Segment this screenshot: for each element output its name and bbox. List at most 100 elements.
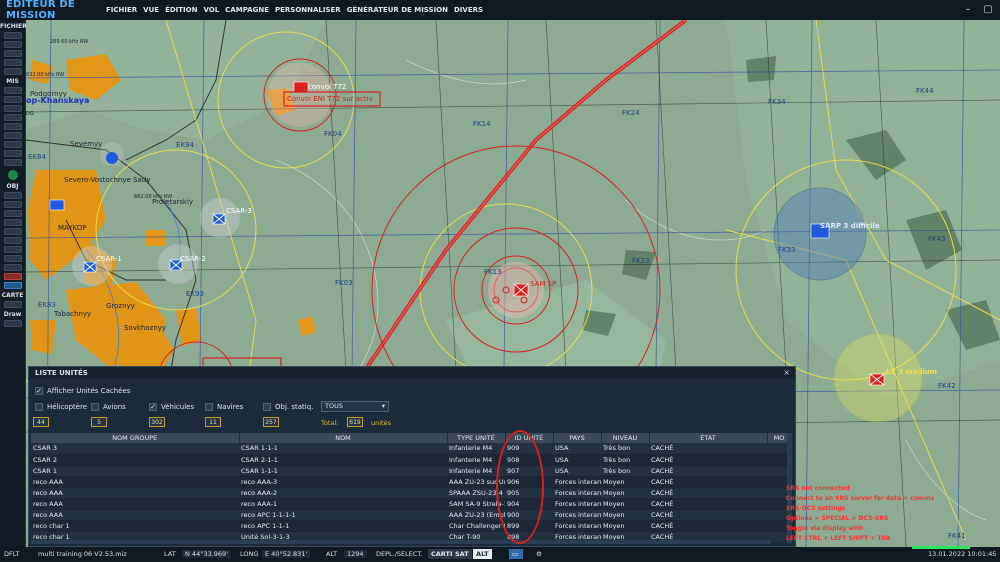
settings-icon[interactable]: ⚙ <box>533 549 545 559</box>
highlight-annotation <box>496 430 544 544</box>
table-cell: Forces interarmé- <box>553 498 601 510</box>
table-cell: reco AAA-1 <box>239 498 447 510</box>
menu-generateur[interactable]: GÉNÉRATEUR DE MISSION <box>347 6 448 14</box>
obj-static-button[interactable] <box>3 228 22 235</box>
table-row[interactable]: CSAR 1 CSAR 1-1-1 Infanterie M4 907 USA Très … <box>31 465 791 477</box>
frequency-label: 682.00 kHz RW <box>134 194 173 200</box>
column-header[interactable]: TYPE UNITÉ <box>447 433 506 443</box>
grid-label: EK83 <box>38 301 56 309</box>
filter-static[interactable]: Obj. statiq. <box>263 403 313 411</box>
horizontal-scrollbar[interactable] <box>31 540 771 544</box>
filter-avions[interactable]: Avions <box>91 403 126 411</box>
sat-button[interactable]: SAT <box>452 549 472 559</box>
count-navires: 11 <box>205 417 221 427</box>
units-list-panel: LISTE UNITÉS × ✓ Afficher Unités Cachées… <box>28 366 796 547</box>
column-header[interactable]: PAYS <box>553 433 602 443</box>
list-title: LISTE UNITÉS <box>29 367 795 379</box>
table-cell: reco char 1 <box>31 520 239 532</box>
mis-button-3[interactable] <box>3 105 22 112</box>
mis-button-6[interactable] <box>3 132 22 139</box>
checkbox[interactable] <box>91 403 99 411</box>
save-as-button[interactable] <box>3 59 22 66</box>
mis-button-2[interactable] <box>3 96 22 103</box>
total-label: Total: <box>321 419 339 427</box>
filter-label: Véhicules <box>161 403 195 411</box>
filter-vehicules[interactable]: ✓ Véhicules <box>149 403 194 411</box>
checkbox[interactable] <box>263 403 271 411</box>
maximize-icon[interactable]: ▢ <box>982 4 994 16</box>
toolbar-mis-label: MIS <box>6 78 19 85</box>
table-row[interactable]: reco AAAreco AAA-3AAA ZU-23 sur Ural-906… <box>31 476 791 488</box>
table-row[interactable]: CSAR 3 CSAR 1-1-1 Infanterie M4 909 USA Très … <box>31 443 791 455</box>
menu-edition[interactable]: ÉDITION <box>165 6 197 14</box>
obj-ship-button[interactable] <box>3 210 22 217</box>
table-cell: Infanterie M4 <box>447 443 505 455</box>
close-icon[interactable]: × <box>783 368 790 377</box>
menu-vol[interactable]: VOL <box>203 6 219 14</box>
obj-ruler-button[interactable] <box>3 255 22 262</box>
main-menu: FICHIER VUE ÉDITION VOL CAMPAGNE PERSONN… <box>106 6 483 14</box>
table-cell: CSAR 3 <box>31 443 239 455</box>
obj-template-button[interactable] <box>3 264 22 271</box>
table-row[interactable]: reco AAAreco AAA-1SAM SA-9 Strela-1 S904… <box>31 498 791 510</box>
mis-button-8[interactable] <box>3 150 22 157</box>
column-header[interactable]: NOM GROUPE <box>31 433 240 443</box>
table-row[interactable]: reco char 1 reco APC 1-1-1 Char Challenger… <box>31 520 791 532</box>
table-row[interactable]: CSAR 2 CSAR 2-1-1 Infanterie M4 908 USA Très … <box>31 454 791 466</box>
carte-options-button[interactable] <box>3 301 22 308</box>
checkbox[interactable] <box>205 403 213 411</box>
obj-nav-button[interactable] <box>3 246 22 253</box>
coalition-select[interactable]: TOUS ▾ <box>321 401 389 412</box>
menu-fichier[interactable]: FICHIER <box>106 6 137 14</box>
mis-button-9[interactable] <box>3 159 22 166</box>
obj-awacs-button[interactable] <box>3 282 22 289</box>
frequency-label: 289.60 kHz RW <box>50 39 89 45</box>
column-header[interactable]: ÉTAT <box>649 433 768 443</box>
open-file-button[interactable] <box>3 41 22 48</box>
table-row[interactable]: reco AAAreco APC 1-1-1-1AAA ZU-23 (Empla… <box>31 509 791 521</box>
filter-label: Avions <box>103 403 126 411</box>
filter-helicopter[interactable]: Hélicoptère <box>35 403 87 411</box>
menu-vue[interactable]: VUE <box>143 6 159 14</box>
show-hidden-toggle[interactable]: ✓ Afficher Unités Cachées <box>35 387 130 395</box>
city-label: Sovkhoznyy <box>124 324 167 332</box>
toolbar-carte-label: CARTE <box>1 292 24 299</box>
menu-divers[interactable]: DIVERS <box>454 6 483 14</box>
friendly-helo-icon[interactable] <box>106 152 118 164</box>
filter-navires[interactable]: Navires <box>205 403 243 411</box>
obj-vehicle-button[interactable] <box>3 219 22 226</box>
map-mode-icon[interactable]: ▭ <box>509 549 523 559</box>
menu-campagne[interactable]: CAMPAGNE <box>225 6 269 14</box>
mis-button-4[interactable] <box>3 114 22 121</box>
mis-button-1[interactable] <box>3 87 22 94</box>
column-header[interactable]: NOM <box>239 433 448 443</box>
obj-destroy-button[interactable] <box>3 273 22 280</box>
menu-personnaliser[interactable]: PERSONNALISER <box>275 6 341 14</box>
table-cell: Très bon <box>601 443 649 455</box>
table-row[interactable]: reco AAAreco AAA-2SPAAA ZSU-23-4 Sh905Fo… <box>31 487 791 499</box>
alt-button[interactable]: ALT <box>473 549 492 559</box>
checkbox-checked[interactable]: ✓ <box>35 387 43 395</box>
app-title: ÉDITEUR DE MISSION <box>6 0 75 21</box>
column-header[interactable]: NIVEAU <box>601 433 650 443</box>
srs-text: Options > SPECIAL > DCS-SRS <box>786 515 889 522</box>
obj-zone-button[interactable] <box>3 237 22 244</box>
checkbox-checked[interactable]: ✓ <box>149 403 157 411</box>
minimize-icon[interactable]: – <box>962 4 974 16</box>
unit-label: LZ 3 medium <box>886 368 938 376</box>
friendly-base-icon[interactable] <box>49 199 65 211</box>
table-cell: Char Challenger II <box>447 520 505 532</box>
obj-plane-button[interactable] <box>3 201 22 208</box>
mis-button-7[interactable] <box>3 141 22 148</box>
obj-helicopter-button[interactable] <box>3 192 22 199</box>
checkbox[interactable] <box>35 403 43 411</box>
fly-button[interactable] <box>3 68 22 75</box>
add-icon[interactable] <box>7 170 18 180</box>
table-cell: CACHÉ <box>649 498 767 510</box>
lat-value: N 44°33.969' <box>182 550 231 558</box>
save-file-button[interactable] <box>3 50 22 57</box>
new-file-button[interactable] <box>3 32 22 39</box>
draw-button[interactable] <box>3 320 22 327</box>
mis-button-5[interactable] <box>3 123 22 130</box>
table-cell: Moyen <box>601 498 649 510</box>
